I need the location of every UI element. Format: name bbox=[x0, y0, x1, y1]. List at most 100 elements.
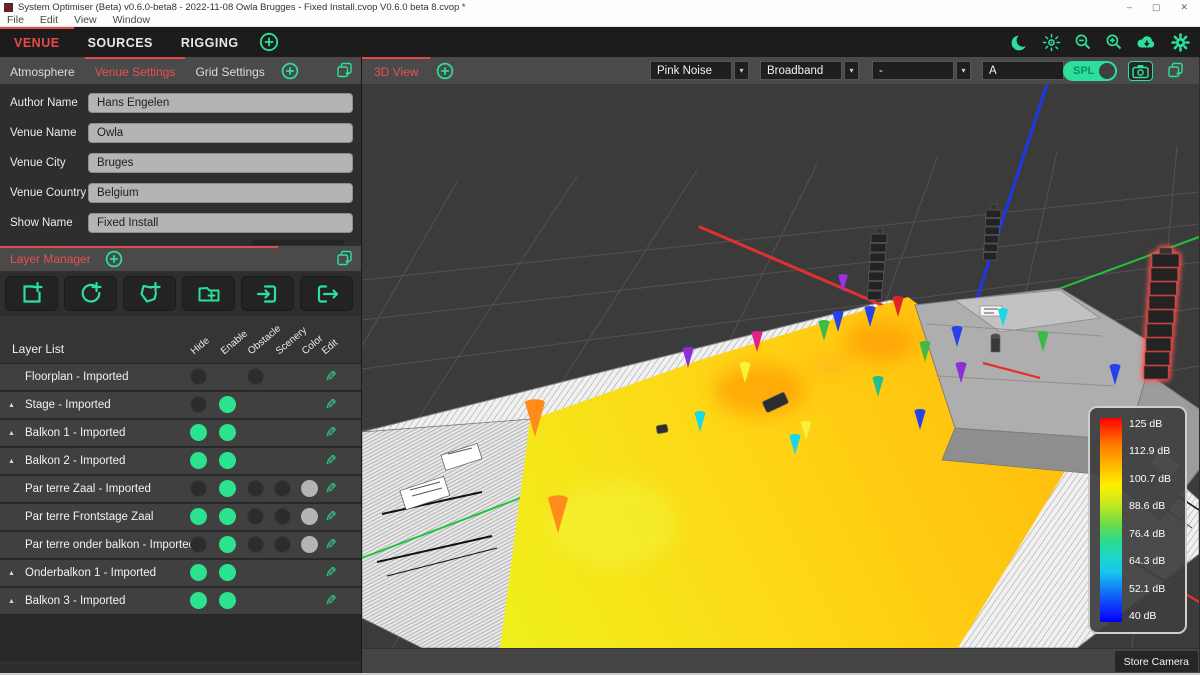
enable-toggle[interactable] bbox=[219, 396, 236, 413]
layer-row[interactable]: ▲Stage - Imported✎ bbox=[0, 392, 361, 418]
expand-triangle-icon[interactable]: ▲ bbox=[8, 402, 15, 409]
edit-layer-icon[interactable]: ✎ bbox=[325, 452, 337, 469]
menu-view[interactable]: View bbox=[74, 14, 97, 26]
add-tab-button[interactable] bbox=[281, 57, 299, 84]
edit-layer-icon[interactable]: ✎ bbox=[325, 368, 337, 385]
obstacle-toggle[interactable] bbox=[247, 508, 264, 525]
chevron-down-icon[interactable]: ▾ bbox=[956, 61, 971, 80]
weighting-dropdown-value[interactable]: A bbox=[982, 61, 1064, 80]
duplicate-layer-panel-icon[interactable] bbox=[336, 250, 353, 272]
add-layer-group-button[interactable] bbox=[182, 276, 235, 311]
cloud-download-icon[interactable] bbox=[1136, 33, 1158, 51]
expand-triangle-icon[interactable]: ▲ bbox=[8, 458, 15, 465]
scenery-toggle[interactable] bbox=[274, 536, 291, 553]
chevron-down-icon[interactable]: ▾ bbox=[734, 61, 749, 80]
expand-triangle-icon[interactable]: ▲ bbox=[8, 598, 15, 605]
store-camera-button[interactable]: Store Camera bbox=[1115, 651, 1198, 672]
expand-triangle-icon[interactable]: ▲ bbox=[8, 570, 15, 577]
layer-row[interactable]: Par terre Zaal - Imported✎ bbox=[0, 476, 361, 502]
enable-toggle[interactable] bbox=[219, 452, 236, 469]
menu-window[interactable]: Window bbox=[113, 14, 150, 26]
horizontal-scrollbar[interactable] bbox=[252, 240, 344, 245]
obstacle-toggle[interactable] bbox=[247, 480, 264, 497]
stage-cylinder[interactable] bbox=[991, 334, 1000, 352]
add-view-button[interactable] bbox=[436, 62, 454, 80]
spl-toggle[interactable]: SPL bbox=[1063, 61, 1117, 81]
dark-mode-moon-icon[interactable] bbox=[1010, 33, 1029, 52]
field-input-author-name[interactable] bbox=[88, 93, 353, 113]
enable-toggle[interactable] bbox=[219, 592, 236, 609]
3d-scene[interactable]: 175 261 bbox=[362, 84, 1199, 648]
color-toggle[interactable] bbox=[301, 508, 318, 525]
layer-row[interactable]: ▲Balkon 2 - Imported✎ bbox=[0, 448, 361, 474]
settings-gear-icon[interactable] bbox=[1171, 33, 1190, 52]
add-circle-layer-button[interactable] bbox=[64, 276, 117, 311]
obstacle-toggle[interactable] bbox=[247, 536, 264, 553]
add-polygon-layer-button[interactable] bbox=[123, 276, 176, 311]
field-input-venue-country[interactable] bbox=[88, 183, 353, 203]
tab-3d-view[interactable]: 3D View bbox=[362, 57, 430, 84]
menu-edit[interactable]: Edit bbox=[40, 14, 58, 26]
enable-toggle[interactable] bbox=[219, 480, 236, 497]
hide-toggle[interactable] bbox=[190, 592, 207, 609]
chevron-down-icon[interactable]: ▾ bbox=[844, 61, 859, 80]
selected-speaker-array[interactable] bbox=[1144, 248, 1179, 379]
color-toggle[interactable] bbox=[301, 536, 318, 553]
hide-toggle[interactable] bbox=[190, 452, 207, 469]
hide-toggle[interactable] bbox=[190, 564, 207, 581]
layer-manager-title[interactable]: Layer Manager bbox=[10, 252, 91, 266]
zoom-out-icon[interactable] bbox=[1074, 33, 1092, 51]
hide-toggle[interactable] bbox=[190, 536, 207, 553]
enable-toggle[interactable] bbox=[219, 508, 236, 525]
layer-row[interactable]: ▲Onderbalkon 1 - Imported✎ bbox=[0, 560, 361, 586]
zoom-in-icon[interactable] bbox=[1105, 33, 1123, 51]
edit-layer-icon[interactable]: ✎ bbox=[325, 508, 337, 525]
duplicate-view-icon[interactable] bbox=[1167, 62, 1184, 84]
hide-toggle[interactable] bbox=[190, 480, 207, 497]
signal-dropdown-value[interactable]: Pink Noise bbox=[650, 61, 732, 80]
obstacle-toggle[interactable] bbox=[247, 368, 264, 385]
bandwidth-dropdown-value[interactable]: Broadband bbox=[760, 61, 842, 80]
speaker-array[interactable] bbox=[868, 228, 887, 300]
edit-layer-icon[interactable]: ✎ bbox=[325, 396, 337, 413]
field-input-venue-city[interactable] bbox=[88, 153, 353, 173]
nav-tab-rigging[interactable]: RIGGING bbox=[167, 27, 253, 57]
edit-layer-icon[interactable]: ✎ bbox=[325, 564, 337, 581]
nav-tab-venue[interactable]: VENUE bbox=[0, 27, 74, 57]
menu-file[interactable]: File bbox=[7, 14, 24, 26]
3d-viewport[interactable]: 175 261 bbox=[362, 84, 1199, 648]
field-input-venue-name[interactable] bbox=[88, 123, 353, 143]
add-section-button[interactable] bbox=[259, 27, 279, 57]
enable-toggle[interactable] bbox=[219, 564, 236, 581]
scenery-toggle[interactable] bbox=[274, 480, 291, 497]
close-button[interactable]: ✕ bbox=[1180, 0, 1188, 14]
layer-row[interactable]: Par terre Frontstage Zaal✎ bbox=[0, 504, 361, 530]
speaker-array[interactable] bbox=[984, 204, 1002, 260]
enable-toggle[interactable] bbox=[219, 424, 236, 441]
filter-dropdown[interactable]: - ▾ bbox=[872, 61, 971, 80]
minimize-button[interactable]: – bbox=[1127, 0, 1132, 14]
add-layer-button[interactable] bbox=[5, 276, 58, 311]
bandwidth-dropdown[interactable]: Broadband ▾ bbox=[760, 61, 859, 80]
hide-toggle[interactable] bbox=[190, 368, 207, 385]
edit-layer-icon[interactable]: ✎ bbox=[325, 592, 337, 609]
edit-layer-icon[interactable]: ✎ bbox=[325, 480, 337, 497]
hide-toggle[interactable] bbox=[190, 396, 207, 413]
hide-toggle[interactable] bbox=[190, 424, 207, 441]
edit-layer-icon[interactable]: ✎ bbox=[325, 424, 337, 441]
layer-row[interactable]: Floorplan - Imported✎ bbox=[0, 364, 361, 390]
brightness-sun-icon[interactable] bbox=[1042, 33, 1061, 52]
screenshot-camera-button[interactable] bbox=[1128, 61, 1153, 81]
floor-speaker-box[interactable] bbox=[656, 424, 668, 434]
signal-dropdown[interactable]: Pink Noise ▾ bbox=[650, 61, 749, 80]
tab-atmosphere[interactable]: Atmosphere bbox=[0, 57, 85, 84]
tab-grid-settings[interactable]: Grid Settings bbox=[185, 57, 274, 84]
tab-venue-settings[interactable]: Venue Settings bbox=[85, 57, 186, 84]
import-layer-button[interactable] bbox=[241, 276, 294, 311]
export-layer-button[interactable] bbox=[300, 276, 353, 311]
layer-row[interactable]: ▲Balkon 1 - Imported✎ bbox=[0, 420, 361, 446]
nav-tab-sources[interactable]: SOURCES bbox=[74, 27, 167, 57]
spl-toggle-knob[interactable] bbox=[1099, 63, 1115, 79]
add-layer-tab-button[interactable] bbox=[105, 250, 123, 268]
hide-toggle[interactable] bbox=[190, 508, 207, 525]
